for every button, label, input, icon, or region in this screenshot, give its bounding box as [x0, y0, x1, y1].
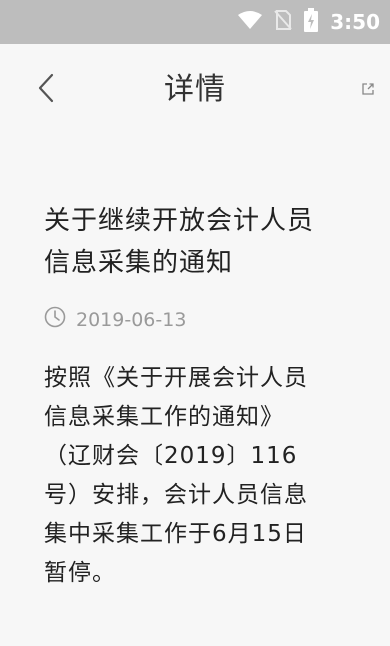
no-sim-icon	[274, 10, 292, 34]
page-title: 详情	[164, 72, 226, 107]
article: 关于继续开放会计人员 信息采集的通知 2019-06-13 按照《关于开展会计人…	[44, 200, 344, 593]
article-title: 关于继续开放会计人员 信息采集的通知	[44, 206, 315, 278]
share-button[interactable]	[356, 78, 380, 102]
date-row: 2019-06-13	[44, 306, 344, 333]
nav-bar: 详情	[0, 44, 390, 136]
article-date: 2019-06-13	[76, 308, 187, 331]
status-time: 3:50	[330, 10, 380, 34]
article-body: 按照《关于开展会计人员 信息采集工作的通知》 （辽财会〔2019〕116 号）安…	[44, 365, 308, 586]
clock-icon	[44, 306, 66, 333]
status-icons: 3:50	[238, 0, 380, 44]
wifi-icon	[238, 11, 263, 33]
status-bar: 3:50	[0, 0, 390, 44]
share-icon	[361, 81, 375, 100]
battery-charging-icon	[304, 8, 319, 36]
